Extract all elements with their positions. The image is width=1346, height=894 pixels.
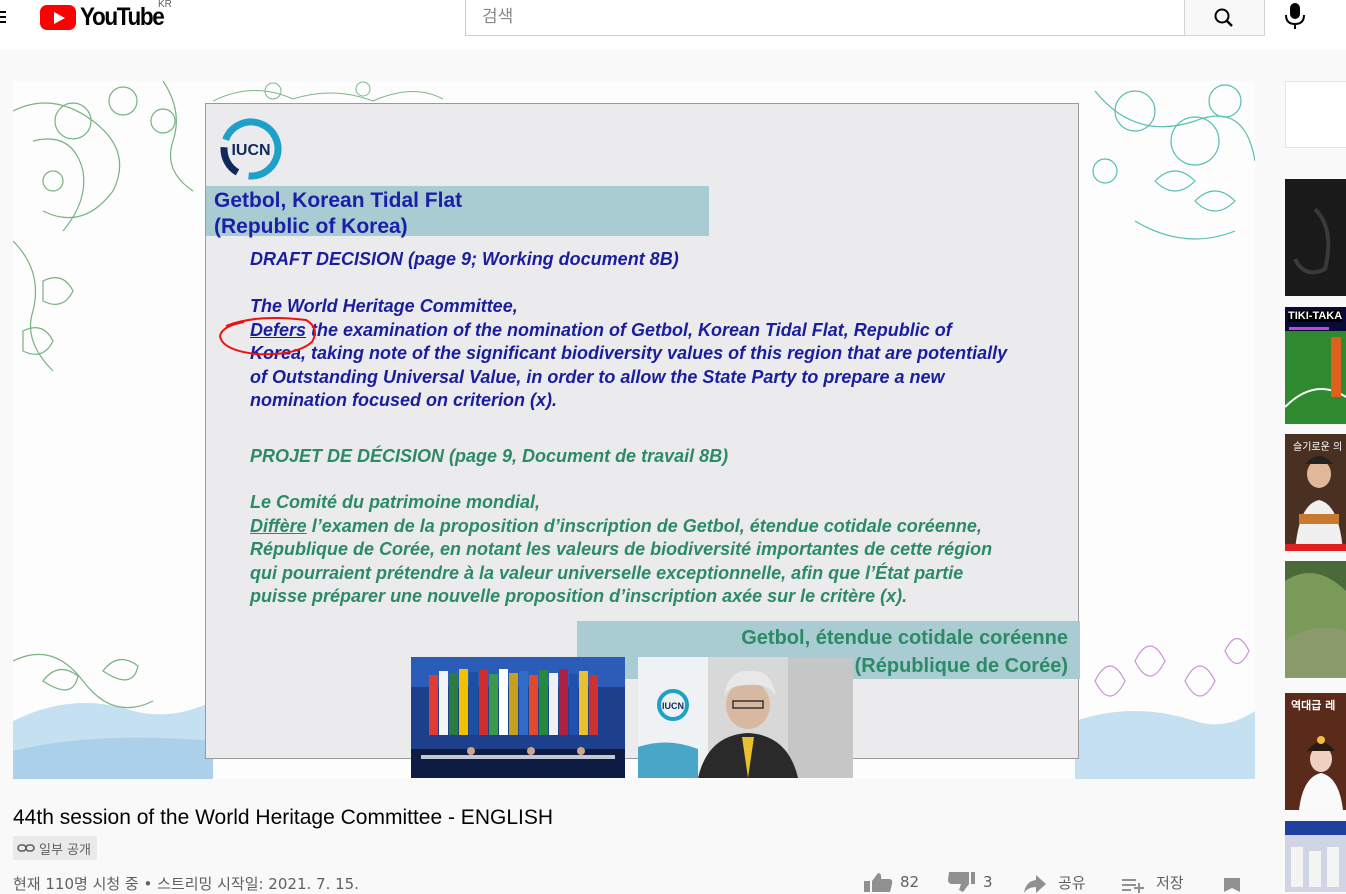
iucn-logo-text: IUCN	[231, 142, 270, 159]
french-decision-text: Le Comité du patrimoine mondial, Diffère…	[250, 491, 1080, 609]
thumbnail-image	[1285, 821, 1346, 892]
recommended-video-thumbnail[interactable]: 슬기로운 의	[1285, 434, 1346, 551]
save-button[interactable]: 저장	[1120, 872, 1184, 893]
projet-decision-heading: PROJET DE DÉCISION (page 9, Document de …	[250, 446, 729, 466]
speaker-scene: IUCN	[638, 657, 853, 778]
differe-word: Diffère	[250, 515, 307, 536]
en-line-1: Defers the examination of the nomination…	[250, 319, 1080, 343]
recommended-video-thumbnail[interactable]	[1285, 561, 1346, 678]
video-title: 44th session of the World Heritage Commi…	[13, 806, 554, 829]
save-label: 저장	[1156, 874, 1184, 892]
flag-icon	[1224, 878, 1240, 892]
fr-line-1: Diffère l’examen de la proposition d’ins…	[250, 515, 1080, 539]
thumbnail-label: 슬기로운 의	[1293, 442, 1343, 453]
thumbnail-image	[1285, 307, 1346, 424]
search-box	[465, 0, 1185, 36]
video-player[interactable]: IUCN Getbol, Korean Tidal Flat (Republic…	[13, 81, 1255, 779]
playlist-add-icon	[1122, 878, 1144, 893]
red-annotation-circle	[218, 317, 316, 356]
slide-title-line1: Getbol, Korean Tidal Flat	[214, 189, 463, 212]
search-input[interactable]	[466, 0, 1184, 35]
en-line-3: of Outstanding Universal Value, in order…	[250, 366, 945, 387]
footer-line1: Getbol, étendue cotidale coréenne	[741, 627, 1068, 649]
privacy-label: 일부 공개	[39, 842, 91, 858]
speaker-camera: IUCN	[638, 657, 853, 778]
country-code: KR	[158, 0, 172, 10]
recommended-video-thumbnail[interactable]: 역대급 레	[1285, 693, 1346, 810]
masthead: YouTube KR	[0, 0, 1346, 50]
share-button[interactable]: 공유	[1022, 872, 1086, 893]
recommended-video-thumbnail[interactable]	[1285, 179, 1346, 296]
fr-line-3: qui pourraient prétendre à la valeur uni…	[250, 562, 964, 583]
en-committee-line: The World Heritage Committee,	[250, 296, 518, 316]
voice-search-button[interactable]	[1280, 0, 1310, 34]
search-icon	[1214, 8, 1233, 27]
floral-decoration-right	[1075, 84, 1255, 779]
slide-title-line2: (Republic of Korea)	[214, 215, 408, 238]
youtube-logo[interactable]: YouTube	[40, 3, 173, 31]
video-meta: 현재 110명 시청 중 • 스트리밍 시작일: 2021. 7. 15.	[13, 875, 359, 893]
thumbs-up-icon	[864, 873, 893, 892]
fr-line-2: République de Corée, en notant les valeu…	[250, 539, 993, 559]
fr-line-1-rest: l’examen de la proposition d’inscription…	[306, 515, 982, 536]
more-actions-button[interactable]	[1222, 872, 1244, 892]
english-decision-text: The World Heritage Committee, Defers the…	[250, 295, 1080, 413]
play-logo-icon	[40, 4, 76, 30]
presentation-slide: IUCN Getbol, Korean Tidal Flat (Republic…	[205, 103, 1080, 778]
menu-icon[interactable]	[0, 8, 8, 26]
floral-decoration-top	[213, 81, 443, 102]
slide-title: Getbol, Korean Tidal Flat (Republic of K…	[214, 188, 462, 240]
draft-decision-heading: DRAFT DECISION (page 9; Working document…	[250, 249, 679, 269]
like-count: 82	[900, 873, 920, 891]
en-line-2: Korea, taking note of the significant bi…	[250, 343, 1008, 363]
en-line-1-rest: the examination of the nomination of Get…	[306, 319, 952, 340]
thumbs-down-icon	[948, 872, 975, 892]
privacy-badge: 일부 공개	[13, 836, 97, 860]
thumbnail-label: 역대급 레	[1291, 699, 1336, 712]
thumbnail-label: TIKI-TAKA	[1288, 310, 1343, 322]
logo-text: YouTube	[80, 2, 165, 31]
recommended-video-thumbnail[interactable]	[1285, 821, 1346, 892]
thumbnail-image	[1285, 179, 1346, 296]
dislike-button[interactable]: 3	[945, 872, 993, 892]
dislike-count: 3	[983, 873, 993, 891]
flags-scene	[411, 657, 625, 778]
en-line-4: nomination focused on criterion (x).	[250, 390, 558, 410]
share-label: 공유	[1058, 874, 1086, 892]
link-icon	[17, 844, 35, 852]
search-button[interactable]	[1184, 0, 1265, 36]
speaker-logo-text: IUCN	[662, 701, 684, 711]
recommended-video-thumbnail[interactable]: TIKI-TAKA	[1285, 307, 1346, 424]
conference-room-camera	[411, 657, 625, 778]
sidebar-ad-card[interactable]	[1285, 81, 1346, 148]
thumbnail-image	[1285, 561, 1346, 678]
like-button[interactable]: 82	[860, 872, 919, 892]
microphone-icon	[1285, 3, 1305, 29]
iucn-logo-icon: IUCN	[220, 118, 282, 180]
fr-committee-line: Le Comité du patrimoine mondial,	[250, 492, 541, 512]
share-icon	[1024, 874, 1046, 893]
fr-line-4: puisse préparer une nouvelle proposition…	[250, 586, 908, 606]
floral-decoration-left	[13, 81, 213, 779]
